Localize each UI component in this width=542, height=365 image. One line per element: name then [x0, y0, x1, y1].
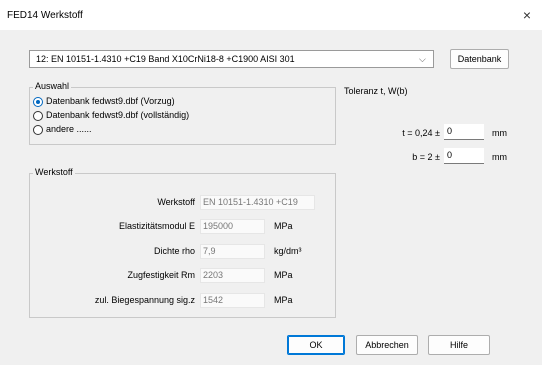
window-title: FED14 Werkstoff — [7, 10, 83, 21]
zugfestigkeit-unit: MPa — [274, 270, 293, 280]
radio-db-vorzug[interactable] — [33, 97, 43, 107]
biegespannung-label: zul. Biegespannung sig.z — [94, 295, 195, 305]
dichte-value: 7,9 — [200, 244, 265, 259]
material-select-value: 12: EN 10151-1.4310 +C19 Band X10CrNi18-… — [36, 54, 295, 64]
biegespannung-value: 1542 — [200, 293, 265, 308]
radio-db-vorzug-label[interactable]: Datenbank fedwst9.dbf (Vorzug) — [46, 96, 175, 106]
werkstoff-label: Werkstoff — [157, 197, 195, 207]
toleranz-heading: Toleranz t, W(b) — [344, 86, 408, 96]
auswahl-legend: Auswahl — [33, 81, 72, 91]
radio-db-vollstaendig-label[interactable]: Datenbank fedwst9.dbf (vollständig) — [46, 110, 189, 120]
zugfestigkeit-value: 2203 — [200, 268, 265, 283]
datenbank-button[interactable]: Datenbank — [450, 49, 509, 69]
dichte-label: Dichte rho — [153, 246, 195, 256]
t-tolerance-unit: mm — [492, 128, 507, 138]
radio-db-vollstaendig[interactable] — [33, 111, 43, 121]
werkstoff-legend: Werkstoff — [33, 167, 75, 177]
werkstoff-value: EN 10151-1.4310 +C19 — [200, 195, 315, 210]
elastizitaetsmodul-label: Elastizitätsmodul E — [118, 221, 195, 231]
b-tolerance-input[interactable]: 0 — [444, 148, 484, 164]
close-icon[interactable]: × — [519, 7, 535, 23]
abbrechen-button[interactable]: Abbrechen — [356, 335, 418, 355]
radio-andere-label[interactable]: andere ...... — [46, 124, 92, 134]
hilfe-button[interactable]: Hilfe — [428, 335, 490, 355]
radio-andere[interactable] — [33, 125, 43, 135]
chevron-down-icon[interactable]: ⌵ — [419, 54, 426, 65]
ok-button[interactable]: OK — [287, 335, 345, 355]
material-select[interactable]: 12: EN 10151-1.4310 +C19 Band X10CrNi18-… — [29, 50, 434, 68]
b-tolerance-label: b = 2 ± — [412, 152, 440, 162]
t-tolerance-input[interactable]: 0 — [444, 124, 484, 140]
biegespannung-unit: MPa — [274, 295, 293, 305]
elastizitaetsmodul-value: 195000 — [200, 219, 265, 234]
zugfestigkeit-label: Zugfestigkeit Rm — [127, 270, 195, 280]
t-tolerance-label: t = 0,24 ± — [402, 128, 440, 138]
elastizitaetsmodul-unit: MPa — [274, 221, 293, 231]
dichte-unit: kg/dm³ — [274, 246, 302, 256]
b-tolerance-unit: mm — [492, 152, 507, 162]
